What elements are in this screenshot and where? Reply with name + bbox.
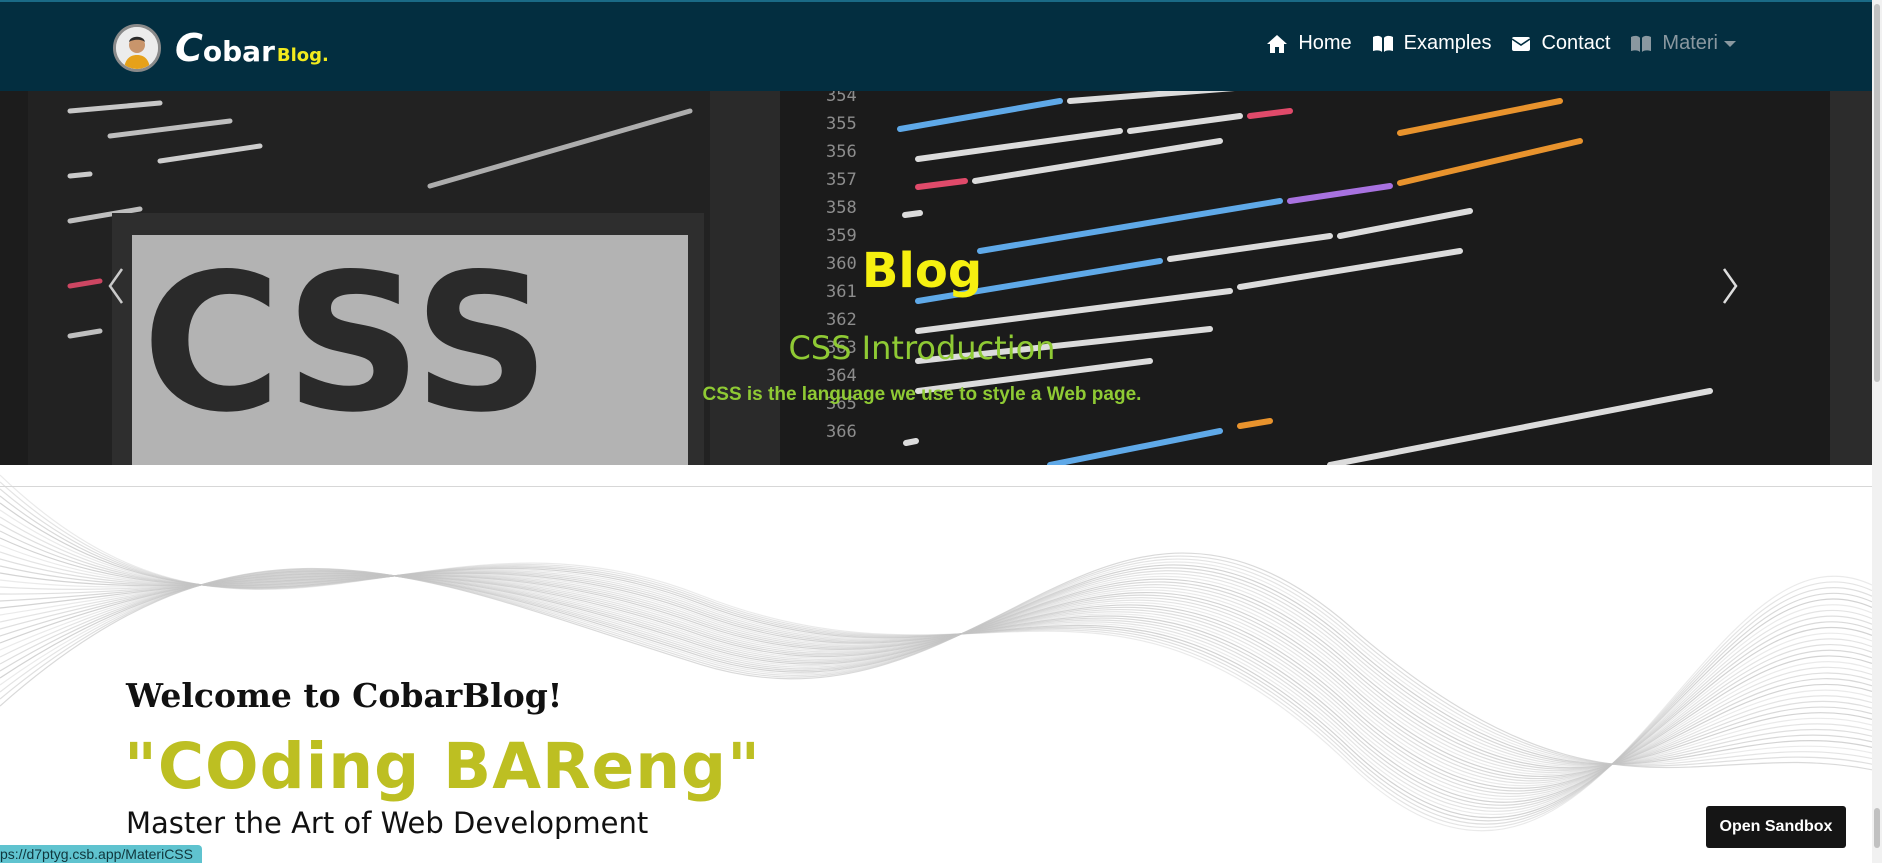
svg-text:355: 355 (826, 114, 857, 134)
svg-text:362: 362 (826, 310, 857, 330)
home-icon (1267, 34, 1288, 53)
nav-materi-label: Materi (1662, 32, 1718, 54)
tagline: "COding BAReng" (124, 730, 761, 803)
nav-home-label: Home (1298, 32, 1352, 54)
nav-contact[interactable]: Contact (1511, 32, 1610, 55)
nav-materi-dropdown[interactable]: Materi (1630, 32, 1736, 55)
brand-name: C obar Blog. (175, 29, 329, 67)
svg-text:358: 358 (826, 198, 857, 218)
main-nav: Home Examples Contact Materi (1246, 32, 1736, 55)
envelope-icon (1512, 36, 1531, 51)
wave-background (0, 465, 1872, 863)
carousel-caption-title: Blog (861, 243, 983, 299)
carousel-caption-description: CSS is the language we use to style a We… (702, 384, 1142, 405)
brand-suffix: Blog. (276, 45, 329, 66)
status-bar-url: ps://d7ptyg.csb.app/MateriCSS (0, 845, 202, 863)
brand-word: obar (202, 35, 275, 68)
brand-logo[interactable]: C obar Blog. (113, 21, 329, 75)
subtagline: Master the Art of Web Development (126, 806, 649, 840)
book-icon (1372, 35, 1393, 52)
scrollbar-thumb-lower[interactable] (1874, 808, 1880, 848)
open-sandbox-button[interactable]: Open Sandbox (1706, 806, 1846, 848)
svg-text:356: 356 (826, 142, 857, 162)
chevron-down-icon (1724, 40, 1736, 47)
welcome-heading: Welcome to CobarBlog! (126, 676, 563, 715)
svg-text:357: 357 (826, 170, 857, 190)
avatar (113, 24, 161, 72)
hero-carousel: CSS 354 355 356 357 358 359 360 361 362 363 364… (0, 91, 1872, 465)
book-icon (1631, 35, 1652, 52)
scrollbar-thumb[interactable] (1874, 4, 1880, 382)
brand-initial: C (175, 26, 203, 70)
nav-home[interactable]: Home (1266, 32, 1352, 55)
svg-text:364: 364 (826, 366, 857, 386)
svg-text:354: 354 (826, 91, 857, 106)
carousel-caption-subtitle: CSS Introduction (788, 329, 1056, 367)
navbar: C obar Blog. Home Examples Contact Mater… (0, 2, 1872, 91)
nav-examples[interactable]: Examples (1372, 32, 1492, 55)
nav-contact-label: Contact (1541, 32, 1611, 54)
section-divider (0, 486, 1872, 487)
svg-text:366: 366 (826, 422, 857, 442)
nav-examples-label: Examples (1403, 32, 1492, 54)
